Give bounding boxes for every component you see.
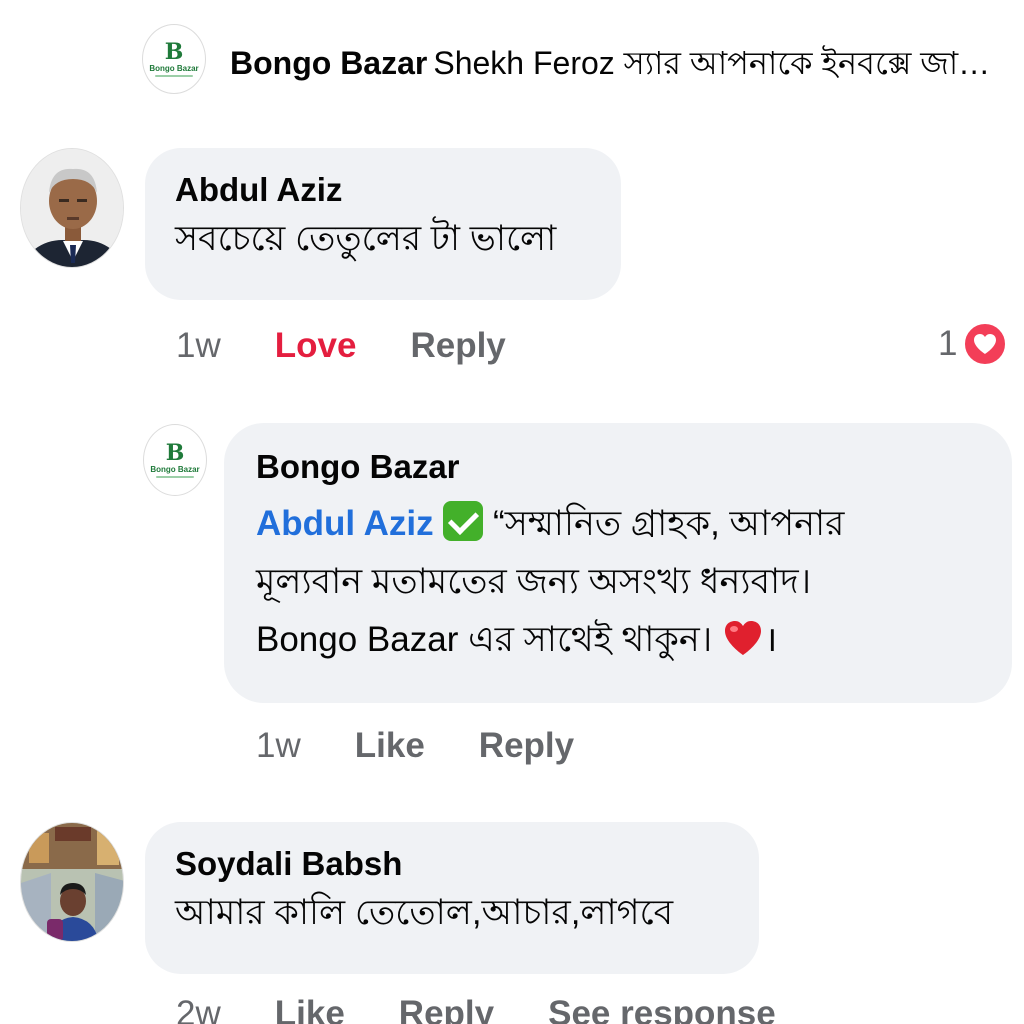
reply-button[interactable]: Reply xyxy=(399,994,494,1024)
reply-button[interactable]: Reply xyxy=(479,726,574,766)
comment-timestamp: 2w xyxy=(176,994,221,1024)
reply-line-3: Bongo Bazar এর সাথেই থাকুন। । xyxy=(256,615,980,665)
top-comment-text: Shekh Feroz স্যার আপনাকে ইনবক্সে জানা... xyxy=(433,45,1010,81)
bongo-bazar-logo-mark: B xyxy=(164,39,184,65)
love-button[interactable]: Love xyxy=(275,326,357,366)
comment-author[interactable]: Soydali Babsh xyxy=(175,844,729,884)
reply-text-line-3: Bongo Bazar এর সাথেই থাকুন। xyxy=(256,620,713,659)
bongo-bazar-logo-text: Bongo Bazar xyxy=(149,64,199,73)
top-comment-author[interactable]: Bongo Bazar xyxy=(230,45,427,81)
reply-text-line-1: “সম্মানিত গ্রাহক, আপনার xyxy=(493,504,845,543)
soydali-babsh-avatar[interactable] xyxy=(20,822,124,942)
portrait-icon xyxy=(21,149,123,267)
comment-author[interactable]: Abdul Aziz xyxy=(175,170,591,210)
comment-bubble-abdul-aziz[interactable]: Abdul Aziz সবচেয়ে তেতুলের টা ভালো xyxy=(145,148,621,300)
bongo-bazar-avatar[interactable]: B Bongo Bazar xyxy=(142,24,206,94)
comment-actions-abdul-aziz: 1w Love Reply xyxy=(176,326,560,366)
heart-icon xyxy=(963,322,1008,366)
comment-timestamp: 1w xyxy=(176,326,221,365)
logo-underline xyxy=(156,476,194,478)
reply-author[interactable]: Bongo Bazar xyxy=(256,447,980,487)
comment-actions-soydali-babsh: 2w Like Reply See response xyxy=(176,994,830,1024)
like-button[interactable]: Like xyxy=(355,726,425,766)
logo-underline xyxy=(155,75,193,77)
reply-timestamp: 1w xyxy=(256,726,301,765)
reply-bubble-bongo-bazar[interactable]: Bongo Bazar Abdul Aziz “সম্মানিত গ্রাহক,… xyxy=(224,423,1012,703)
reaction-summary[interactable]: 1 xyxy=(938,322,1008,366)
reply-button[interactable]: Reply xyxy=(410,326,505,366)
bongo-bazar-logo-text: Bongo Bazar xyxy=(150,465,200,474)
comment-text: আমার কালি তেতোল,আচার,লাগবে xyxy=(175,893,674,932)
reply-text-line-2: মূল্যবান মতামতের জন্য অসংখ্য ধন্যবাদ। xyxy=(256,562,812,601)
top-comment-preview[interactable]: Bongo Bazar Shekh Feroz স্যার আপনাকে ইনবক… xyxy=(230,38,1010,92)
see-response-button[interactable]: See response xyxy=(548,994,776,1024)
reaction-count: 1 xyxy=(938,324,958,363)
reply-text-line-3-end: । xyxy=(764,620,778,659)
bongo-bazar-reply-avatar[interactable]: B Bongo Bazar xyxy=(143,424,207,496)
red-heart-emoji xyxy=(725,621,762,655)
comment-text: সবচেয়ে তেতুলের টা ভালো xyxy=(175,219,557,258)
abdul-aziz-avatar[interactable] xyxy=(20,148,124,268)
mention-abdul-aziz[interactable]: Abdul Aziz xyxy=(256,504,434,543)
like-button[interactable]: Like xyxy=(275,994,345,1024)
check-mark-emoji xyxy=(443,501,484,541)
bongo-bazar-logo-mark: B xyxy=(165,440,185,466)
reply-line-1: Abdul Aziz “সম্মানিত গ্রাহক, আপনার xyxy=(256,499,980,549)
comment-bubble-soydali-babsh[interactable]: Soydali Babsh আমার কালি তেতোল,আচার,লাগবে xyxy=(145,822,759,974)
profile-photo-icon xyxy=(21,823,123,941)
reply-actions-bongo-bazar: 1w Like Reply xyxy=(256,726,628,766)
